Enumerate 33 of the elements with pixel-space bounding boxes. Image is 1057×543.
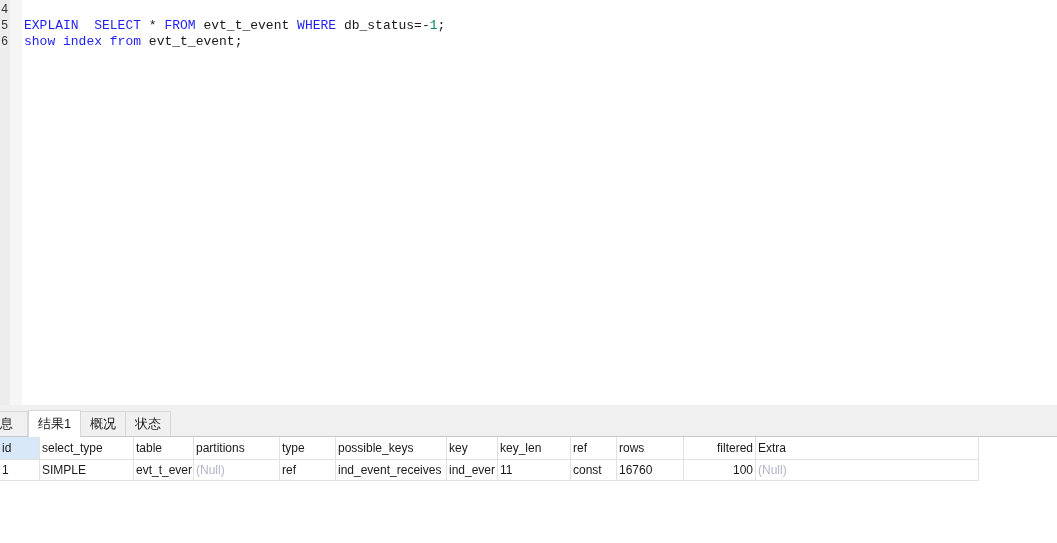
table-cell: 11	[498, 460, 571, 481]
line-number: 5	[0, 18, 10, 34]
column-header[interactable]: Extra	[756, 437, 979, 460]
column-header[interactable]: rows	[617, 437, 684, 460]
column-header[interactable]: partitions	[194, 437, 280, 460]
result-tab[interactable]: 概况	[81, 411, 127, 436]
table-cell: 100	[684, 460, 756, 481]
table-cell: const	[571, 460, 617, 481]
table-cell: 16760	[617, 460, 684, 481]
line-number: 6	[0, 34, 10, 50]
table-cell: ind_event_receives	[336, 460, 447, 481]
result-tab[interactable]: 息	[0, 411, 28, 436]
result-tab[interactable]: 状态	[126, 411, 172, 436]
column-header[interactable]: ref	[571, 437, 617, 460]
result-tab[interactable]: 结果1	[28, 410, 82, 437]
column-header[interactable]: key	[447, 437, 498, 460]
column-header[interactable]: table	[134, 437, 194, 460]
column-header[interactable]: type	[280, 437, 336, 460]
table-cell: evt_t_ever	[134, 460, 194, 481]
column-header[interactable]: select_type	[40, 437, 134, 460]
column-header[interactable]: filtered	[684, 437, 756, 460]
table-cell: ref	[280, 460, 336, 481]
table-cell: 1	[0, 460, 40, 481]
column-header[interactable]: possible_keys	[336, 437, 447, 460]
table-cell: (Null)	[194, 460, 280, 481]
column-header[interactable]: key_len	[498, 437, 571, 460]
code-line: EXPLAIN SELECT * FROM evt_t_event WHERE db_status=-1;	[24, 18, 446, 34]
column-header[interactable]: id	[0, 437, 40, 460]
table-cell: ind_ever	[447, 460, 498, 481]
table-cell: SIMPLE	[40, 460, 134, 481]
table-cell: (Null)	[756, 460, 979, 481]
line-number: 4	[0, 2, 10, 18]
code-line: show index from evt_t_event;	[24, 34, 243, 50]
